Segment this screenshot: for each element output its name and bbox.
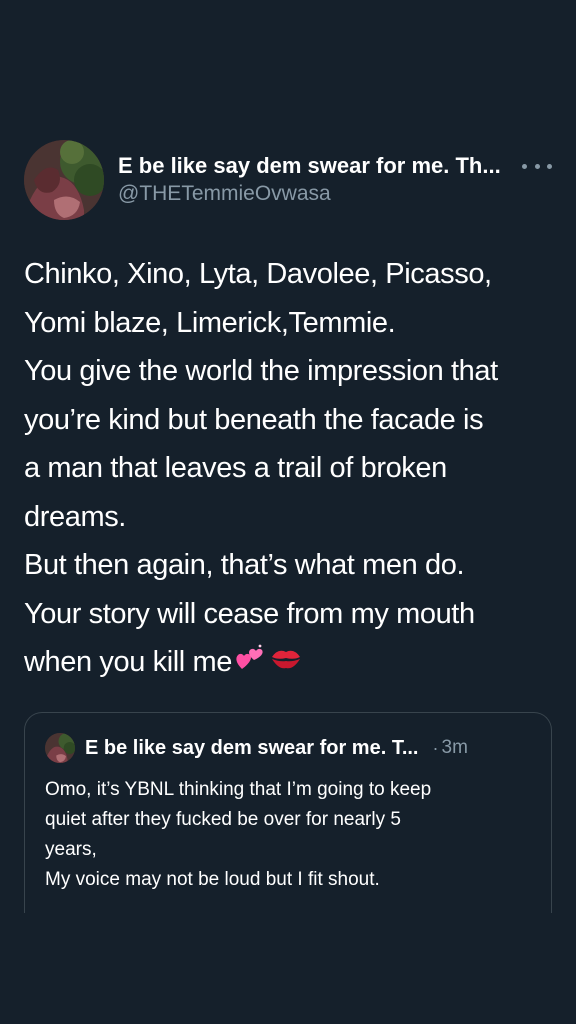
quoted-tweet-header: E be like say dem swear for me. T... · 3… [45,733,531,763]
avatar[interactable] [24,140,104,220]
quoted-timestamp: 3m [441,737,468,758]
tweet-author[interactable]: E be like say dem swear for me. Th... @T… [118,152,516,207]
tweet-text-last-line: when you kill me [24,638,564,689]
kiss-mark-emoji [270,640,302,689]
quoted-display-name: E be like say dem swear for me. T... [85,736,419,759]
quoted-text-line: quiet after they fucked be over for near… [45,809,401,830]
avatar-image [24,140,104,220]
quoted-separator: · [432,737,439,758]
more-dot [547,163,552,169]
more-dot [522,163,527,169]
tweet-text-line: dreams. [24,500,126,533]
tweet-text-line: Chinko, Xino, Lyta, Davolee, Picasso, [24,258,492,290]
display-name: E be like say dem swear for me. Th... [118,153,501,178]
tweet-text-line: you’re kind but beneath the facade is [24,403,484,436]
tweet-text-line: But then again, that’s what men do. [24,549,465,581]
tweet-header: E be like say dem swear for me. Th... @T… [0,138,576,222]
quoted-tweet-text: Omo, it’s YBNL thinking that I’m going t… [45,775,545,895]
quoted-tweet[interactable]: E be like say dem swear for me. T... · 3… [24,712,552,913]
tweet: E be like say dem swear for me. Th... @T… [0,138,576,913]
two-hearts-emoji [234,640,264,689]
quoted-text-line: My voice may not be loud but I fit shout… [45,869,380,890]
tweet-text-line: when you kill me [24,646,232,678]
tweet-text-line: You give the world the impression that [24,355,498,387]
tweet-text: Chinko, Xino, Lyta, Davolee, Picasso, Yo… [24,250,564,689]
tweet-text-line: Yomi blaze, Limerick,Temmie. [24,306,396,339]
more-horizontal-icon[interactable] [522,156,552,176]
more-dot [534,163,540,169]
screen: E be like say dem swear for me. Th... @T… [0,0,576,1024]
tweet-text-line: a man that leaves a trail of broken [24,452,447,484]
tweet-text-line: Your story will cease from my mouth [24,597,475,630]
quoted-avatar [45,733,75,763]
quoted-text-line: years, [45,839,97,860]
quoted-text-line: Omo, it’s YBNL thinking that I’m going t… [45,779,432,800]
user-handle: @THETemmieOvwasa [118,182,331,205]
quoted-avatar-image [45,733,75,763]
